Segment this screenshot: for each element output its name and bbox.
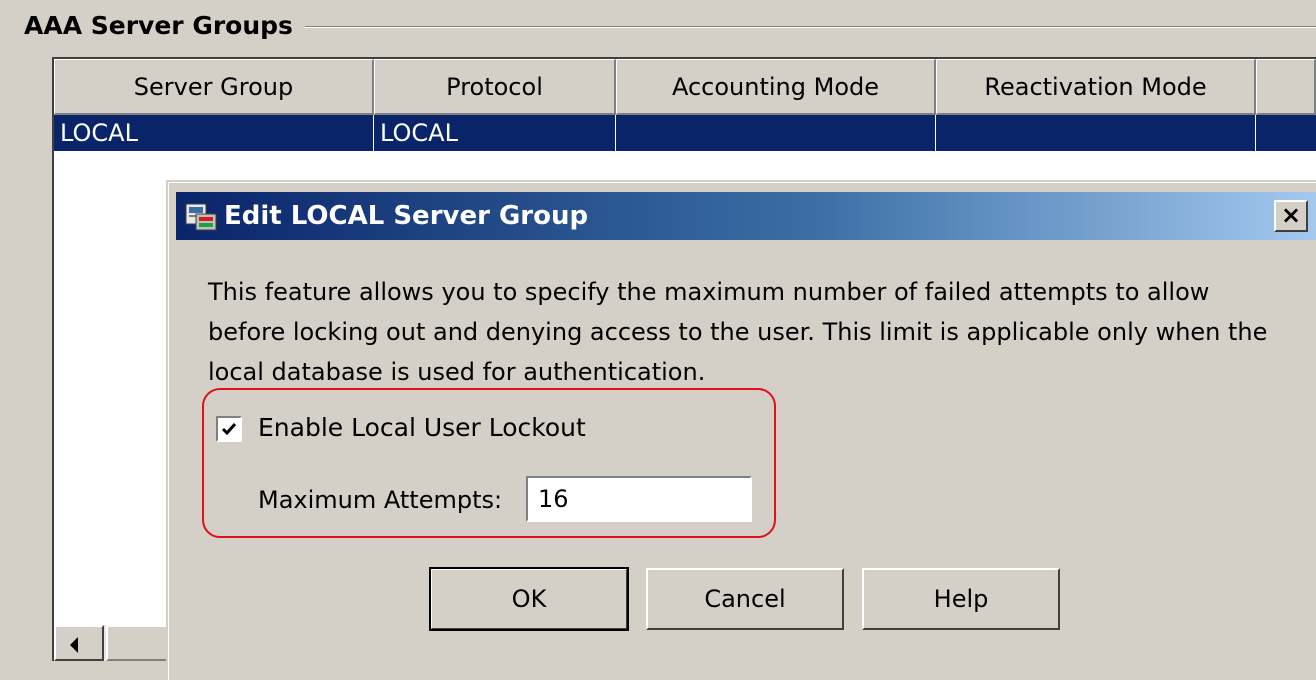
checkmark-icon xyxy=(221,423,237,436)
max-attempts-label: Maximum Attempts: xyxy=(258,486,503,514)
enable-lockout-checkbox[interactable] xyxy=(216,416,242,442)
arrow-left-icon xyxy=(70,637,78,653)
dialog-titlebar[interactable]: Edit LOCAL Server Group × xyxy=(176,192,1316,240)
column-header-protocol[interactable]: Protocol xyxy=(374,59,616,115)
cancel-button[interactable]: Cancel xyxy=(646,568,844,630)
cell-server-group: LOCAL xyxy=(54,115,374,151)
close-icon: × xyxy=(1280,201,1302,229)
enable-lockout-label[interactable]: Enable Local User Lockout xyxy=(258,410,586,446)
column-header-reactivation-mode[interactable]: Reactivation Mode xyxy=(936,59,1256,115)
dialog-description: This feature allows you to specify the m… xyxy=(208,278,1268,386)
column-header-extra[interactable] xyxy=(1256,59,1316,115)
edit-server-group-dialog: Edit LOCAL Server Group × This feature a… xyxy=(166,180,1316,680)
app-icon xyxy=(185,203,217,231)
dialog-title: Edit LOCAL Server Group xyxy=(224,201,589,231)
group-title: AAA Server Groups xyxy=(24,8,305,44)
scroll-left-button[interactable] xyxy=(54,625,104,661)
cell-extra xyxy=(1256,115,1316,151)
ok-button[interactable]: OK xyxy=(429,567,629,631)
table-row[interactable]: LOCAL LOCAL xyxy=(54,115,1316,151)
close-button[interactable]: × xyxy=(1274,200,1308,232)
cell-accounting-mode xyxy=(616,115,936,151)
column-header-accounting-mode[interactable]: Accounting Mode xyxy=(616,59,936,115)
table-header: Server Group Protocol Accounting Mode Re… xyxy=(54,59,1316,115)
cell-protocol: LOCAL xyxy=(374,115,616,151)
cell-reactivation-mode xyxy=(936,115,1256,151)
column-header-server-group[interactable]: Server Group xyxy=(54,59,374,115)
help-button[interactable]: Help xyxy=(862,568,1060,630)
scroll-thumb[interactable] xyxy=(106,625,172,661)
max-attempts-input[interactable] xyxy=(526,476,752,522)
